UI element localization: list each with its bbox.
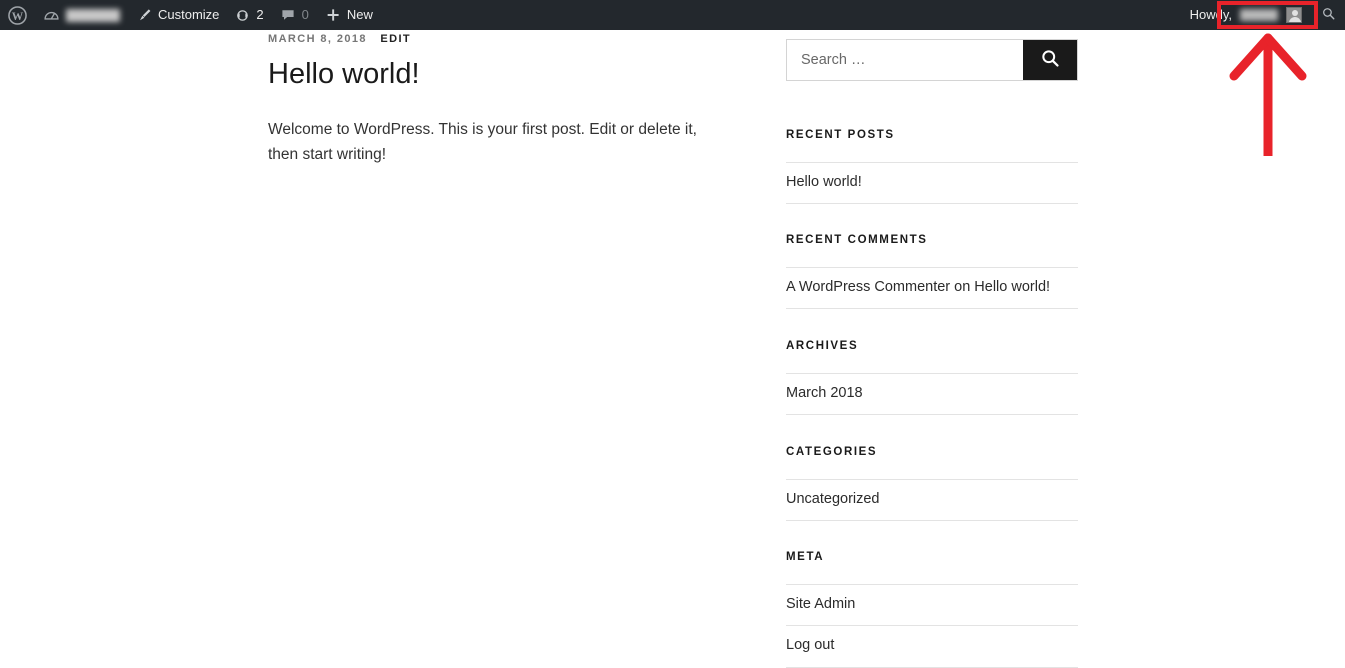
user-avatar-icon — [1286, 7, 1302, 23]
search-input[interactable] — [787, 40, 1023, 80]
list-item-label: March 2018 — [786, 384, 863, 401]
site-name-redacted — [66, 8, 120, 22]
adminbar-updates[interactable]: 2 — [227, 0, 271, 30]
list-item[interactable]: Hello world! — [786, 161, 1078, 205]
paintbrush-icon — [136, 7, 152, 23]
post-meta: MARCH 8, 2018 EDIT — [268, 33, 728, 45]
howdy-label: Howdy, — [1189, 7, 1232, 22]
widget-title: CATEGORIES — [786, 445, 878, 458]
widget-title: RECENT POSTS — [786, 128, 895, 141]
widget-recent-posts: RECENT POSTS Hello world! — [786, 119, 1078, 205]
list-item[interactable]: A WordPress Commenter on Hello world! — [786, 266, 1078, 310]
post-date[interactable]: MARCH 8, 2018 — [268, 33, 367, 45]
adminbar-new-content[interactable]: New — [317, 0, 381, 30]
search-icon — [1040, 48, 1061, 72]
widget-title: RECENT COMMENTS — [786, 233, 928, 246]
adminbar-search-button[interactable] — [1312, 0, 1345, 30]
list-item-label: A WordPress Commenter on Hello world! — [786, 278, 1051, 295]
howdy-user-menu[interactable]: Howdy, — [1178, 0, 1312, 30]
widget-list: Uncategorized — [786, 478, 1078, 522]
plus-icon — [325, 7, 341, 23]
user-name-redacted — [1240, 9, 1278, 21]
widget-archives: ARCHIVES March 2018 — [786, 330, 1078, 416]
search-icon — [1321, 6, 1336, 24]
list-item-label: Uncategorized — [786, 490, 880, 507]
list-item[interactable]: Log out — [786, 625, 1078, 668]
post-article: MARCH 8, 2018 EDIT Hello world! Welcome … — [268, 30, 728, 183]
adminbar-wp-logo[interactable]: W — [0, 0, 35, 30]
post-body: Welcome to WordPress. This is your first… — [268, 120, 697, 164]
wordpress-logo-icon: W — [8, 5, 27, 25]
widget-meta: META Site Admin Log out — [786, 541, 1078, 668]
widget-title: META — [786, 550, 825, 563]
adminbar-customize-label: Customize — [158, 7, 220, 22]
list-item[interactable]: Uncategorized — [786, 478, 1078, 522]
widget-list: Hello world! — [786, 161, 1078, 205]
adminbar-new-label: New — [346, 7, 373, 22]
adminbar-comments-count: 0 — [301, 7, 309, 22]
widget-list: March 2018 — [786, 372, 1078, 416]
admin-bar: W Customize 2 0 New Howdy, — [0, 0, 1345, 30]
list-item-label: Site Admin — [786, 595, 856, 612]
adminbar-updates-count: 2 — [256, 7, 264, 22]
svg-text:W: W — [12, 10, 24, 22]
comment-bubble-icon — [280, 7, 296, 23]
widget-list: A WordPress Commenter on Hello world! — [786, 266, 1078, 310]
page-content: MARCH 8, 2018 EDIT Hello world! Welcome … — [0, 30, 1345, 668]
search-form — [786, 39, 1078, 81]
list-item-label: Hello world! — [786, 173, 862, 190]
up-arrow-annotation-icon — [1229, 33, 1307, 156]
list-item[interactable]: Site Admin — [786, 583, 1078, 626]
widget-categories: CATEGORIES Uncategorized — [786, 436, 1078, 522]
post-edit-link[interactable]: EDIT — [380, 33, 411, 45]
updates-refresh-icon — [235, 8, 250, 23]
search-submit-button[interactable] — [1023, 40, 1077, 80]
widget-list: Site Admin Log out — [786, 583, 1078, 668]
widget-search — [786, 30, 1078, 81]
adminbar-comments[interactable]: 0 — [272, 0, 317, 30]
adminbar-site-name[interactable] — [35, 0, 128, 30]
list-item-label: Log out — [786, 637, 835, 654]
post-title[interactable]: Hello world! — [268, 57, 728, 92]
dashboard-speedometer-icon — [43, 7, 60, 24]
list-item[interactable]: March 2018 — [786, 372, 1078, 416]
adminbar-customize[interactable]: Customize — [128, 0, 227, 30]
widget-title: ARCHIVES — [786, 339, 859, 352]
widget-recent-comments: RECENT COMMENTS A WordPress Commenter on… — [786, 224, 1078, 310]
